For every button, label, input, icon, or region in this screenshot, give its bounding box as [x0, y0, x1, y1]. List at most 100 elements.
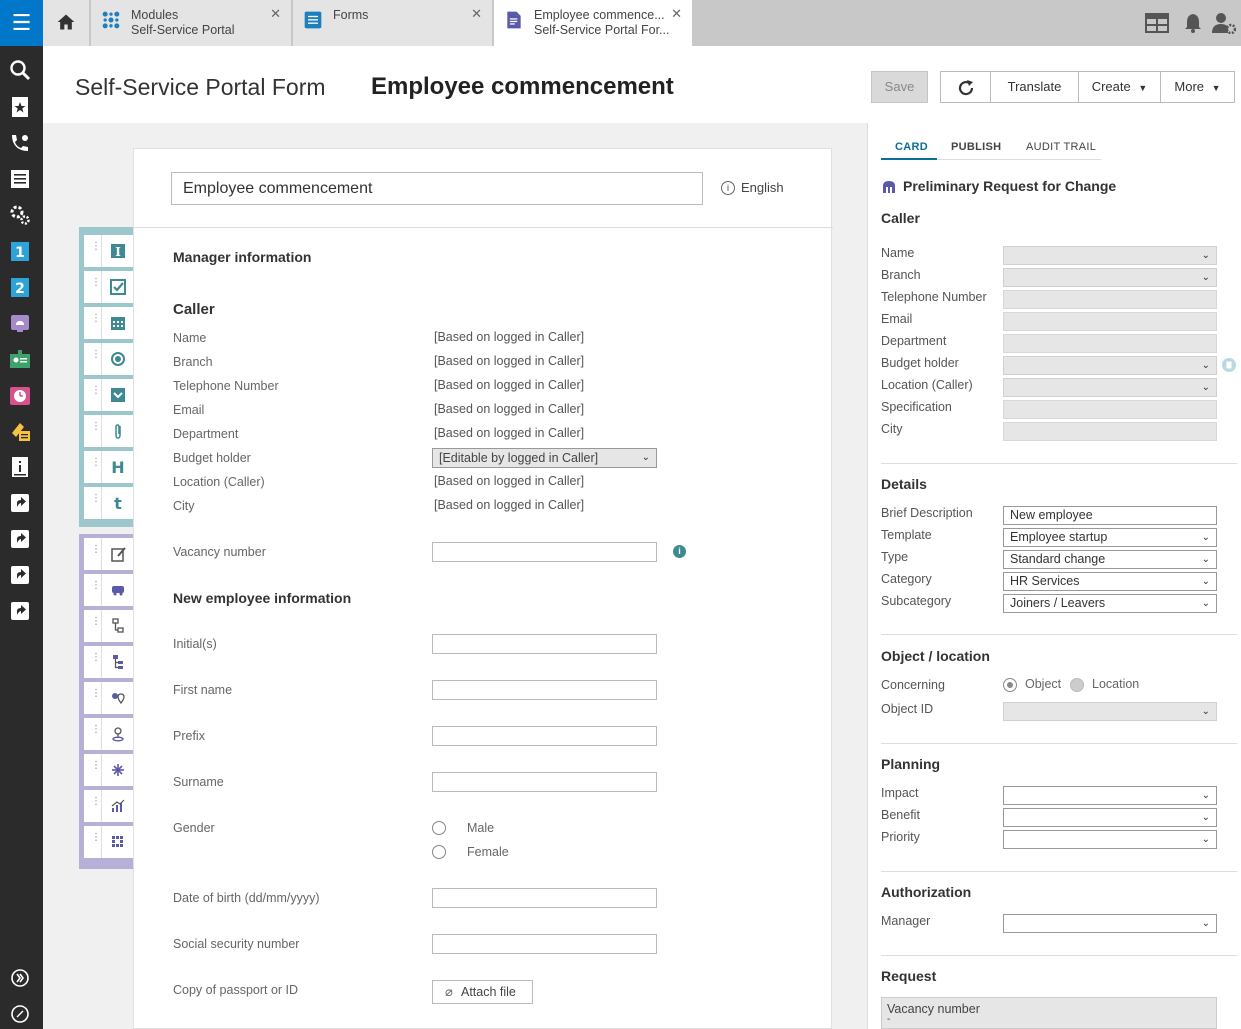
shortcut-link-icon-2[interactable]	[8, 527, 32, 551]
drag-handle-icon[interactable]: ⋮	[91, 653, 101, 663]
drag-handle-icon[interactable]: ⋮	[91, 422, 101, 432]
priority-select[interactable]: ⌄	[1003, 830, 1217, 849]
save-button[interactable]: Save	[871, 71, 928, 103]
palette-item[interactable]: ⋮	[84, 610, 133, 642]
drag-handle-icon[interactable]: ⋮	[91, 386, 101, 396]
palette-text-block[interactable]: ⋮ t	[84, 487, 133, 519]
palette-radio[interactable]: ⋮	[84, 343, 133, 375]
bookmark-star-icon[interactable]	[8, 95, 32, 119]
bell-icon[interactable]	[1184, 13, 1202, 33]
palette-checkbox[interactable]: ⋮	[84, 271, 133, 303]
refresh-button[interactable]	[940, 71, 991, 103]
template-select[interactable]: Employee startup ⌄	[1003, 528, 1217, 547]
drag-handle-icon[interactable]: ⋮	[91, 278, 101, 288]
palette-heading[interactable]: ⋮ H	[84, 451, 133, 483]
form-name-input[interactable]: Employee commencement	[171, 172, 703, 205]
info-document-icon[interactable]	[8, 455, 32, 479]
drag-handle-icon[interactable]: ⋮	[91, 797, 101, 807]
panel-name-select[interactable]: ⌄	[1003, 246, 1217, 265]
palette-item[interactable]: ⋮	[84, 718, 133, 750]
brief-description-input[interactable]: New employee	[1003, 506, 1217, 525]
manager-select[interactable]: ⌄	[1003, 914, 1217, 933]
gender-male-radio[interactable]	[432, 821, 446, 835]
drag-handle-icon[interactable]: ⋮	[91, 761, 101, 771]
tab-modules[interactable]: Modules Self-Service Portal ✕	[91, 0, 292, 46]
drag-handle-icon[interactable]: ⋮	[91, 725, 101, 735]
list-icon[interactable]	[8, 167, 32, 191]
ssn-input[interactable]	[432, 934, 657, 954]
phone-user-icon[interactable]	[8, 131, 32, 155]
panel-location-select[interactable]: ⌄	[1003, 378, 1217, 397]
concerning-location-radio[interactable]	[1070, 678, 1084, 692]
translate-button[interactable]: Translate	[990, 71, 1079, 103]
first-name-input[interactable]	[432, 680, 657, 700]
drag-handle-icon[interactable]: ⋮	[91, 545, 101, 555]
drag-handle-icon[interactable]: ⋮	[91, 458, 101, 468]
surname-input[interactable]	[432, 772, 657, 792]
id-card-icon[interactable]	[8, 347, 32, 371]
benefit-select[interactable]: ⌄	[1003, 808, 1217, 827]
drag-handle-icon[interactable]: ⋮	[91, 617, 101, 627]
palette-item[interactable]: ⋮	[84, 682, 133, 714]
language-indicator[interactable]: i English	[721, 180, 784, 195]
palette-item[interactable]: ⋮	[84, 754, 133, 786]
budget-holder-select[interactable]: [Editable by logged in Caller] ⌄	[432, 448, 657, 468]
request-textarea[interactable]: Vacancy number -	[881, 997, 1217, 1029]
palette-text-field[interactable]: ⋮ I	[84, 235, 133, 267]
attach-file-button[interactable]: ⌀ Attach file	[432, 980, 533, 1004]
search-icon[interactable]	[8, 58, 32, 82]
drag-handle-icon[interactable]: ⋮	[91, 494, 101, 504]
compass-icon[interactable]	[8, 1002, 32, 1026]
palette-item[interactable]: ⋮	[84, 646, 133, 678]
category-select[interactable]: HR Services ⌄	[1003, 572, 1217, 591]
drag-handle-icon[interactable]: ⋮	[91, 833, 101, 843]
tab-card[interactable]: CARD	[895, 141, 928, 153]
type-select[interactable]: Standard change ⌄	[1003, 550, 1217, 569]
drag-handle-icon[interactable]: ⋮	[91, 581, 101, 591]
gender-female-radio[interactable]	[432, 845, 446, 859]
drag-handle-icon[interactable]: ⋮	[91, 689, 101, 699]
impact-select[interactable]: ⌄	[1003, 786, 1217, 805]
shortcut-link-icon-4[interactable]	[8, 599, 32, 623]
tab-forms[interactable]: Forms ✕	[293, 0, 493, 46]
portal-cloud-icon[interactable]	[8, 311, 32, 335]
concerning-object-radio[interactable]	[1003, 678, 1017, 692]
panel-budget-holder-select[interactable]: ⌄	[1003, 356, 1217, 375]
step-one-icon[interactable]: 1	[8, 239, 32, 263]
expand-sidebar-icon[interactable]	[8, 966, 32, 990]
create-dropdown-button[interactable]: Create ▼	[1078, 71, 1161, 103]
vacancy-number-input[interactable]	[432, 542, 657, 562]
hamburger-menu-icon[interactable]: ☰	[0, 0, 43, 46]
home-button[interactable]	[43, 0, 90, 46]
panel-branch-select[interactable]: ⌄	[1003, 268, 1217, 287]
drag-handle-icon[interactable]: ⋮	[91, 350, 101, 360]
dob-input[interactable]	[432, 888, 657, 908]
palette-item[interactable]: ⋮	[84, 790, 133, 822]
close-icon[interactable]: ✕	[471, 6, 482, 22]
drag-handle-icon[interactable]: ⋮	[91, 314, 101, 324]
palette-item[interactable]: ⋮	[84, 826, 133, 858]
prefix-input[interactable]	[432, 726, 657, 746]
close-icon[interactable]: ✕	[270, 6, 281, 22]
palette-item[interactable]: ⋮	[84, 538, 133, 570]
palette-attachment[interactable]: ⋮	[84, 415, 133, 447]
palette-item[interactable]: ⋮	[84, 574, 133, 606]
clock-calendar-icon[interactable]	[8, 383, 32, 407]
close-icon[interactable]: ✕	[671, 6, 682, 22]
object-id-select[interactable]: ⌄	[1003, 702, 1217, 721]
palette-date[interactable]: ⋮	[84, 307, 133, 339]
user-settings-icon[interactable]	[1212, 12, 1236, 34]
shortcut-link-icon[interactable]	[8, 491, 32, 515]
subcategory-select[interactable]: Joiners / Leavers ⌄	[1003, 594, 1217, 613]
document-badge-icon[interactable]	[1222, 358, 1236, 372]
tab-employee-commencement[interactable]: Employee commence... Self-Service Portal…	[494, 0, 693, 46]
shortcut-link-icon-3[interactable]	[8, 563, 32, 587]
tasks-icon[interactable]	[8, 419, 32, 443]
tab-publish[interactable]: PUBLISH	[951, 141, 1001, 153]
step-two-icon[interactable]: 2	[8, 275, 32, 299]
layout-grid-icon[interactable]	[1145, 13, 1169, 33]
info-icon[interactable]: i	[673, 545, 686, 558]
gears-icon[interactable]	[8, 203, 32, 227]
drag-handle-icon[interactable]: ⋮	[91, 242, 101, 252]
initials-input[interactable]	[432, 634, 657, 654]
